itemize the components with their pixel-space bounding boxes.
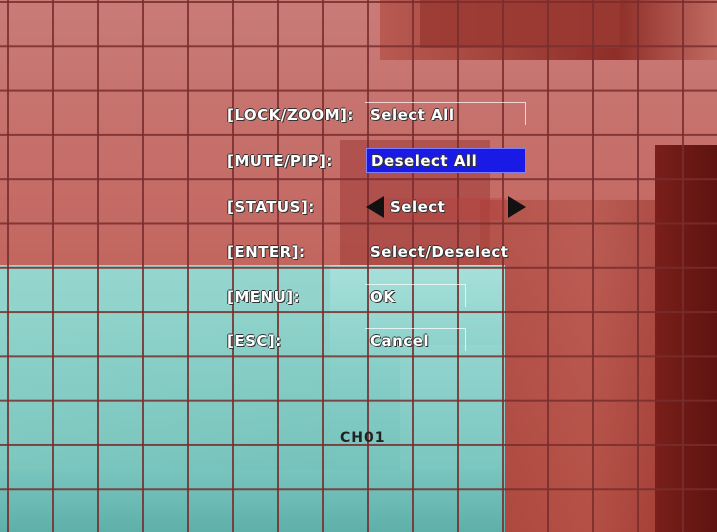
left-arrow-icon[interactable] [366, 196, 384, 218]
select-all-option[interactable]: Select All [370, 106, 454, 124]
deselect-all-option[interactable]: Deselect All [366, 148, 526, 173]
menu-key-label: [MENU]: [227, 288, 301, 306]
camera-view: [LOCK/ZOOM]: Select All [MUTE/PIP]: Dese… [0, 0, 717, 532]
channel-label: CH01 [340, 430, 386, 446]
select-deselect-text: Select/Deselect [370, 243, 509, 261]
motion-detection-grid[interactable] [0, 0, 717, 532]
status-key-label: [STATUS]: [227, 198, 315, 216]
mute-pip-key-label: [MUTE/PIP]: [227, 152, 333, 170]
cancel-button[interactable]: Cancel [370, 332, 429, 350]
lock-zoom-key-label: [LOCK/ZOOM]: [227, 106, 354, 124]
enter-key-label: [ENTER]: [227, 243, 306, 261]
deselect-all-label: Deselect All [371, 152, 478, 170]
esc-key-label: [ESC]: [227, 332, 282, 350]
ok-button[interactable]: OK [370, 288, 395, 306]
status-select-value[interactable]: Select [390, 198, 445, 216]
right-arrow-icon[interactable] [508, 196, 526, 218]
